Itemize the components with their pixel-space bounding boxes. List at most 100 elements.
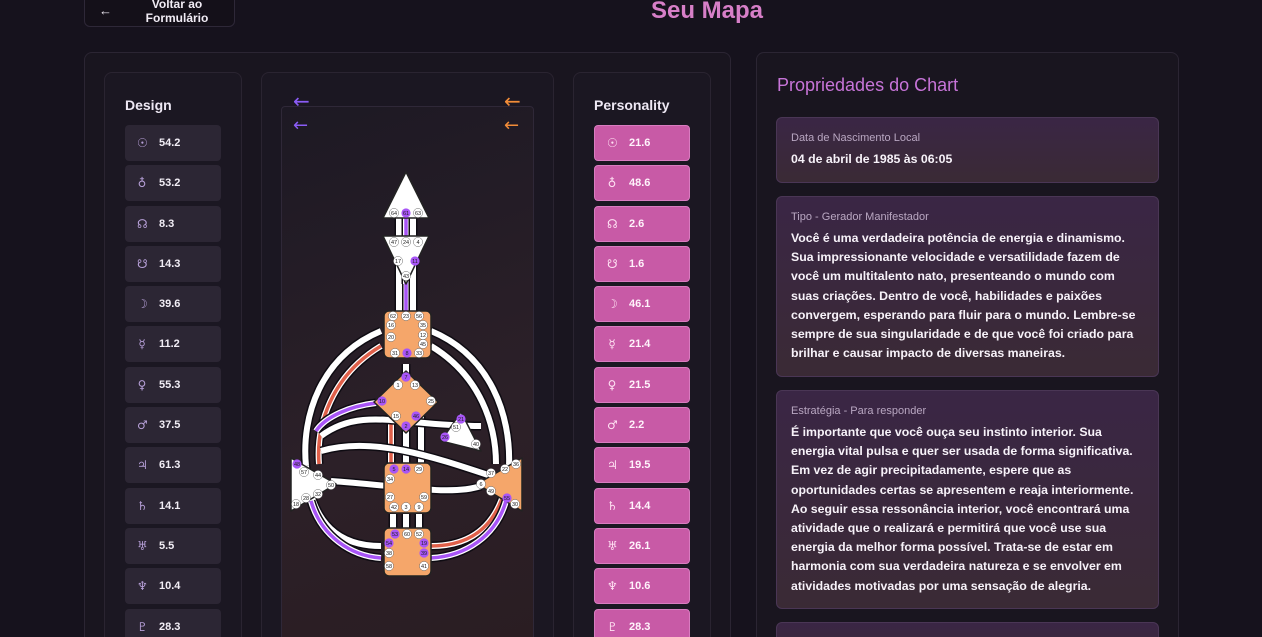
spleen-gate-label: 48 bbox=[294, 462, 300, 468]
next-property-box bbox=[776, 622, 1159, 637]
personality-planet-item[interactable]: ♁ 48.6 bbox=[594, 165, 690, 202]
g-gate-label: 1 bbox=[396, 383, 399, 389]
design-planet-item[interactable]: ♁ 53.2 bbox=[125, 165, 221, 202]
ajna-gate-label: 43 bbox=[403, 274, 409, 280]
ajna-gate-label: 24 bbox=[403, 240, 409, 246]
root-gate-label: 38 bbox=[386, 551, 392, 557]
planet-gate-value: 21.4 bbox=[629, 338, 651, 351]
planet-symbol-icon: ☊ bbox=[607, 216, 618, 231]
personality-planet-item[interactable]: ♇ 28.3 bbox=[594, 608, 690, 637]
design-planet-item[interactable]: ☿ 11.2 bbox=[125, 326, 221, 363]
sp-gate-label: 36 bbox=[513, 462, 519, 468]
sacral-gate-label: 5 bbox=[392, 467, 395, 473]
type-label: Tipo - Gerador Manifestador bbox=[791, 211, 929, 223]
planet-symbol-icon: ♁ bbox=[607, 176, 617, 191]
planet-gate-value: 55.3 bbox=[159, 378, 181, 391]
planet-gate-value: 11.2 bbox=[159, 338, 180, 351]
throat-gate-label: 62 bbox=[390, 314, 396, 320]
design-planet-list: ☉ 54.2 ♁ 53.2 ☊ 8.3 ☋ 14.3 ☽ 39.6 ☿ 11.2 ♀ 55.3 ♂ 37.5 ♃… bbox=[125, 125, 221, 637]
design-planet-item[interactable]: ♇ 28.3 bbox=[125, 608, 221, 637]
planet-gate-value: 10.6 bbox=[629, 580, 651, 593]
design-planet-item[interactable]: ☋ 14.3 bbox=[125, 245, 221, 282]
properties-title: Propriedades do Chart bbox=[777, 75, 959, 95]
g-gate-label: 25 bbox=[428, 399, 434, 405]
design-planet-item[interactable]: ♀ 55.3 bbox=[125, 366, 221, 403]
design-planet-item[interactable]: ♃ 61.3 bbox=[125, 447, 221, 484]
planet-gate-value: 19.5 bbox=[629, 459, 651, 472]
design-planet-item[interactable]: ♄ 14.1 bbox=[125, 487, 221, 524]
personality-planet-item[interactable]: ☉ 21.6 bbox=[594, 125, 690, 161]
planet-symbol-icon: ♂ bbox=[137, 418, 148, 433]
personality-planet-item[interactable]: ♂ 2.2 bbox=[594, 407, 690, 444]
strategy-label: Estratégia - Para responder bbox=[791, 405, 927, 417]
planet-gate-value: 8.3 bbox=[159, 217, 175, 230]
g-gate-label: 15 bbox=[393, 414, 399, 420]
design-planet-item[interactable]: ♆ 10.4 bbox=[125, 568, 221, 605]
g-gate-label: 7 bbox=[404, 375, 407, 381]
personality-planet-item[interactable]: ♃ 19.5 bbox=[594, 447, 690, 484]
personality-planet-list: ☉ 21.6 ♁ 48.6 ☊ 2.6 ☋ 1.6 ☽ 46.1 ☿ 21.4 ♀ 21.5 ♂ 2.2 ♃ 19… bbox=[594, 125, 690, 637]
sp-gate-label: 6 bbox=[479, 482, 482, 488]
planet-gate-value: 28.3 bbox=[159, 620, 181, 633]
personality-planet-item[interactable]: ♅ 26.1 bbox=[594, 527, 690, 564]
design-title: Design bbox=[125, 97, 172, 113]
spleen-gate-label: 50 bbox=[328, 483, 334, 489]
planet-gate-value: 21.5 bbox=[629, 378, 651, 391]
sacral-gate-label: 34 bbox=[387, 477, 393, 483]
spleen-gate-label: 57 bbox=[301, 470, 307, 476]
sacral-gate-label: 29 bbox=[416, 467, 422, 473]
personality-column: Personality ☉ 21.6 ♁ 48.6 ☊ 2.6 ☋ 1.6 ☽ 46.1 ☿ 21.4… bbox=[573, 72, 711, 637]
design-planet-item[interactable]: ☽ 39.6 bbox=[125, 286, 221, 323]
planet-symbol-icon: ♅ bbox=[137, 538, 148, 553]
page-title: Seu Mapa bbox=[650, 0, 764, 24]
design-planet-item[interactable]: ☊ 8.3 bbox=[125, 205, 221, 242]
planet-symbol-icon: ☿ bbox=[138, 337, 146, 352]
throat-gate-label: 56 bbox=[416, 314, 422, 320]
design-planet-item[interactable]: ♅ 5.5 bbox=[125, 527, 221, 564]
personality-planet-item[interactable]: ♄ 14.4 bbox=[594, 487, 690, 524]
planet-gate-value: 37.5 bbox=[159, 419, 181, 432]
strategy-box: Estratégia - Para responder É importante… bbox=[776, 390, 1159, 609]
sp-gate-label: 55 bbox=[504, 496, 510, 502]
personality-planet-item[interactable]: ♆ 10.6 bbox=[594, 568, 690, 605]
strategy-text: É importante que você ouça seu instinto … bbox=[791, 425, 1134, 593]
birth-date-label: Data de Nascimento Local bbox=[791, 132, 921, 144]
design-planet-item[interactable]: ☉ 54.2 bbox=[125, 125, 221, 161]
ajna-gate-label: 11 bbox=[412, 259, 418, 265]
personality-planet-item[interactable]: ♀ 21.5 bbox=[594, 366, 690, 403]
throat-gate-label: 45 bbox=[420, 342, 426, 348]
planet-gate-value: 26.1 bbox=[629, 539, 651, 552]
planet-symbol-icon: ☋ bbox=[137, 256, 148, 271]
throat-gate-label: 23 bbox=[403, 314, 409, 320]
sacral-gate-label: 9 bbox=[417, 505, 420, 511]
personality-planet-item[interactable]: ☽ 46.1 bbox=[594, 286, 690, 323]
throat-gate-label: 35 bbox=[420, 323, 426, 329]
spleen-gate-label: 32 bbox=[315, 492, 321, 498]
spleen-gate-label: 44 bbox=[315, 473, 321, 479]
planet-gate-value: 14.1 bbox=[159, 499, 181, 512]
planet-symbol-icon: ♂ bbox=[607, 418, 618, 433]
planet-symbol-icon: ♃ bbox=[137, 458, 148, 473]
spleen-gate-label: 18 bbox=[293, 502, 299, 508]
planet-symbol-icon: ♀ bbox=[607, 377, 617, 392]
type-box: Tipo - Gerador Manifestador Você é uma v… bbox=[776, 196, 1159, 377]
planet-symbol-icon: ♆ bbox=[607, 579, 618, 594]
planet-symbol-icon: ♀ bbox=[137, 377, 147, 392]
planet-gate-value: 46.1 bbox=[629, 298, 651, 311]
root-gate-label: 60 bbox=[404, 532, 410, 538]
g-gate-label: 46 bbox=[413, 414, 419, 420]
root-gate-label: 41 bbox=[421, 564, 427, 570]
root-gate-label: 52 bbox=[416, 532, 422, 538]
planet-gate-value: 14.4 bbox=[629, 499, 651, 512]
personality-planet-item[interactable]: ☊ 2.6 bbox=[594, 205, 690, 242]
personality-planet-item[interactable]: ☋ 1.6 bbox=[594, 245, 690, 282]
sacral-gate-label: 59 bbox=[421, 495, 427, 501]
heart-gate-label: 40 bbox=[473, 442, 479, 448]
sp-gate-label: 22 bbox=[502, 467, 508, 473]
personality-planet-item[interactable]: ☿ 21.4 bbox=[594, 326, 690, 363]
head-gate-label: 64 bbox=[391, 211, 397, 217]
design-planet-item[interactable]: ♂ 37.5 bbox=[125, 407, 221, 444]
root-gate-label: 54 bbox=[386, 541, 392, 547]
planet-symbol-icon: ☽ bbox=[607, 297, 618, 312]
heart-gate-label: 26 bbox=[442, 435, 448, 441]
